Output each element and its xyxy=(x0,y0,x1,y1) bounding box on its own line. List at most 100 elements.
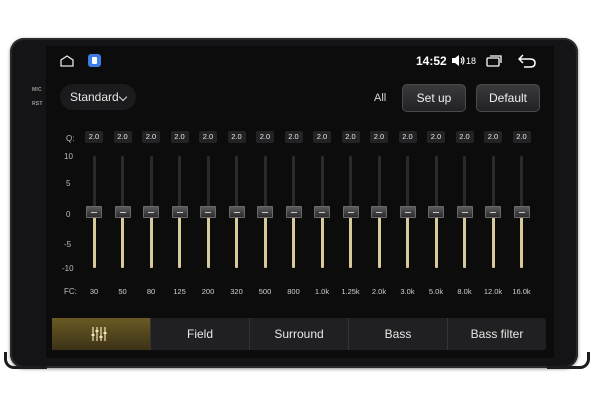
slider-track-upper xyxy=(406,156,409,212)
frequency-label: 80 xyxy=(146,287,156,296)
q-value-box[interactable]: 2.0 xyxy=(85,131,103,143)
slider-track-upper xyxy=(377,156,381,212)
slider-track[interactable] xyxy=(92,212,96,268)
frequency-label: 1.0k xyxy=(314,287,330,296)
slider-track-upper xyxy=(92,156,96,212)
slider-track[interactable] xyxy=(235,212,238,268)
slider-track-upper xyxy=(434,156,438,212)
frequency-label: 5.0k xyxy=(428,287,444,296)
slider-track[interactable] xyxy=(320,212,324,268)
frequency-label: 8.0k xyxy=(457,287,472,296)
slider-track-upper xyxy=(121,156,124,212)
slider-thumb[interactable] xyxy=(143,206,159,218)
q-value-box[interactable]: 2.0 xyxy=(427,131,445,143)
q-value-box[interactable]: 2.0 xyxy=(455,131,474,143)
preset-dropdown[interactable]: Standard xyxy=(60,84,136,110)
slider-track[interactable] xyxy=(463,212,466,268)
slider-track[interactable] xyxy=(377,212,381,268)
slider-track[interactable] xyxy=(520,212,523,268)
q-value-box[interactable]: 2.0 xyxy=(313,131,331,143)
scale-label: 10 xyxy=(64,152,73,161)
slider-track-upper xyxy=(349,156,352,212)
slider-track[interactable] xyxy=(121,212,124,268)
scale-label: 0 xyxy=(66,210,71,219)
slider-thumb[interactable] xyxy=(228,206,245,218)
q-value-box[interactable]: 2.0 xyxy=(170,131,189,143)
q-value-box[interactable]: 2.0 xyxy=(370,131,388,143)
all-label[interactable]: All xyxy=(374,92,386,104)
slider-track[interactable] xyxy=(406,212,409,268)
frequency-label: 30 xyxy=(89,287,99,296)
slider-track-upper xyxy=(292,156,295,212)
slider-track[interactable] xyxy=(178,212,181,268)
frequency-label: 50 xyxy=(118,287,127,296)
slider-track[interactable] xyxy=(434,212,438,268)
scale-label: 5 xyxy=(66,179,71,188)
mount-left xyxy=(4,352,47,369)
slider-track[interactable] xyxy=(292,212,295,268)
fc-label: FC: xyxy=(64,287,77,296)
tab-field[interactable]: Field xyxy=(150,318,249,350)
slider-track[interactable] xyxy=(206,212,210,268)
slider-track-upper xyxy=(263,156,267,212)
slider-thumb[interactable] xyxy=(399,206,416,218)
q-value-box[interactable]: 2.0 xyxy=(199,131,217,143)
slider-thumb[interactable] xyxy=(200,206,216,218)
default-button[interactable]: Default xyxy=(476,84,540,112)
back-icon[interactable] xyxy=(518,54,536,68)
slider-track[interactable] xyxy=(491,212,495,268)
slider-track[interactable] xyxy=(263,212,267,268)
frequency-label: 200 xyxy=(201,287,215,296)
slider-track-upper xyxy=(320,156,324,212)
slider-thumb[interactable] xyxy=(257,206,273,218)
frequency-label: 800 xyxy=(287,287,300,296)
q-value-box[interactable]: 2.0 xyxy=(113,131,132,143)
tab-bass-filter[interactable]: Bass filter xyxy=(447,318,546,350)
slider-track[interactable] xyxy=(149,212,153,268)
q-value-box[interactable]: 2.0 xyxy=(398,131,417,143)
frequency-label: 500 xyxy=(258,287,272,296)
slider-track-upper xyxy=(463,156,466,212)
slider-thumb[interactable] xyxy=(86,206,102,218)
slider-thumb[interactable] xyxy=(285,206,302,218)
slider-track-upper xyxy=(520,156,523,212)
tab-surround[interactable]: Surround xyxy=(249,318,348,350)
chevron-down-icon xyxy=(118,92,128,102)
slider-thumb[interactable] xyxy=(513,206,530,218)
slider-thumb[interactable] xyxy=(428,206,444,218)
slider-track-upper xyxy=(149,156,153,212)
tab-bass-enhancement[interactable]: Bass Enhancement xyxy=(348,318,447,350)
slider-thumb[interactable] xyxy=(456,206,473,218)
slider-track-upper xyxy=(206,156,210,212)
frequency-label: 2.0k xyxy=(371,287,387,296)
q-value-box[interactable]: 2.0 xyxy=(142,131,160,143)
slider-thumb[interactable] xyxy=(114,206,131,218)
slider-thumb[interactable] xyxy=(342,206,359,218)
slider-thumb[interactable] xyxy=(314,206,330,218)
recent-apps-icon[interactable] xyxy=(486,55,502,67)
tab-equalizer[interactable] xyxy=(52,318,150,350)
q-label: Q: xyxy=(66,134,75,143)
home-icon[interactable] xyxy=(60,55,74,67)
frequency-label: 12.0k xyxy=(483,287,503,296)
q-value-box[interactable]: 2.0 xyxy=(284,131,303,143)
q-value-box[interactable]: 2.0 xyxy=(227,131,246,143)
setup-button[interactable]: Set up xyxy=(402,84,466,112)
volume-icon[interactable] xyxy=(451,54,465,67)
volume-level: 18 xyxy=(466,56,477,66)
q-value-box[interactable]: 2.0 xyxy=(512,131,531,143)
q-value-box[interactable]: 2.0 xyxy=(341,131,360,143)
app-icon[interactable] xyxy=(88,54,101,67)
q-value-box[interactable]: 2.0 xyxy=(484,131,502,143)
slider-thumb[interactable] xyxy=(485,206,501,218)
scale-label: -5 xyxy=(64,240,72,249)
q-value-box[interactable]: 2.0 xyxy=(256,131,274,143)
slider-track[interactable] xyxy=(349,212,352,268)
mic-label: MIC xyxy=(32,87,42,93)
preset-value: Standard xyxy=(70,90,119,104)
rst-label[interactable]: RST xyxy=(32,101,43,107)
frequency-label: 125 xyxy=(173,287,186,296)
frequency-label: 320 xyxy=(230,287,243,296)
slider-thumb[interactable] xyxy=(371,206,387,218)
slider-thumb[interactable] xyxy=(171,206,188,218)
